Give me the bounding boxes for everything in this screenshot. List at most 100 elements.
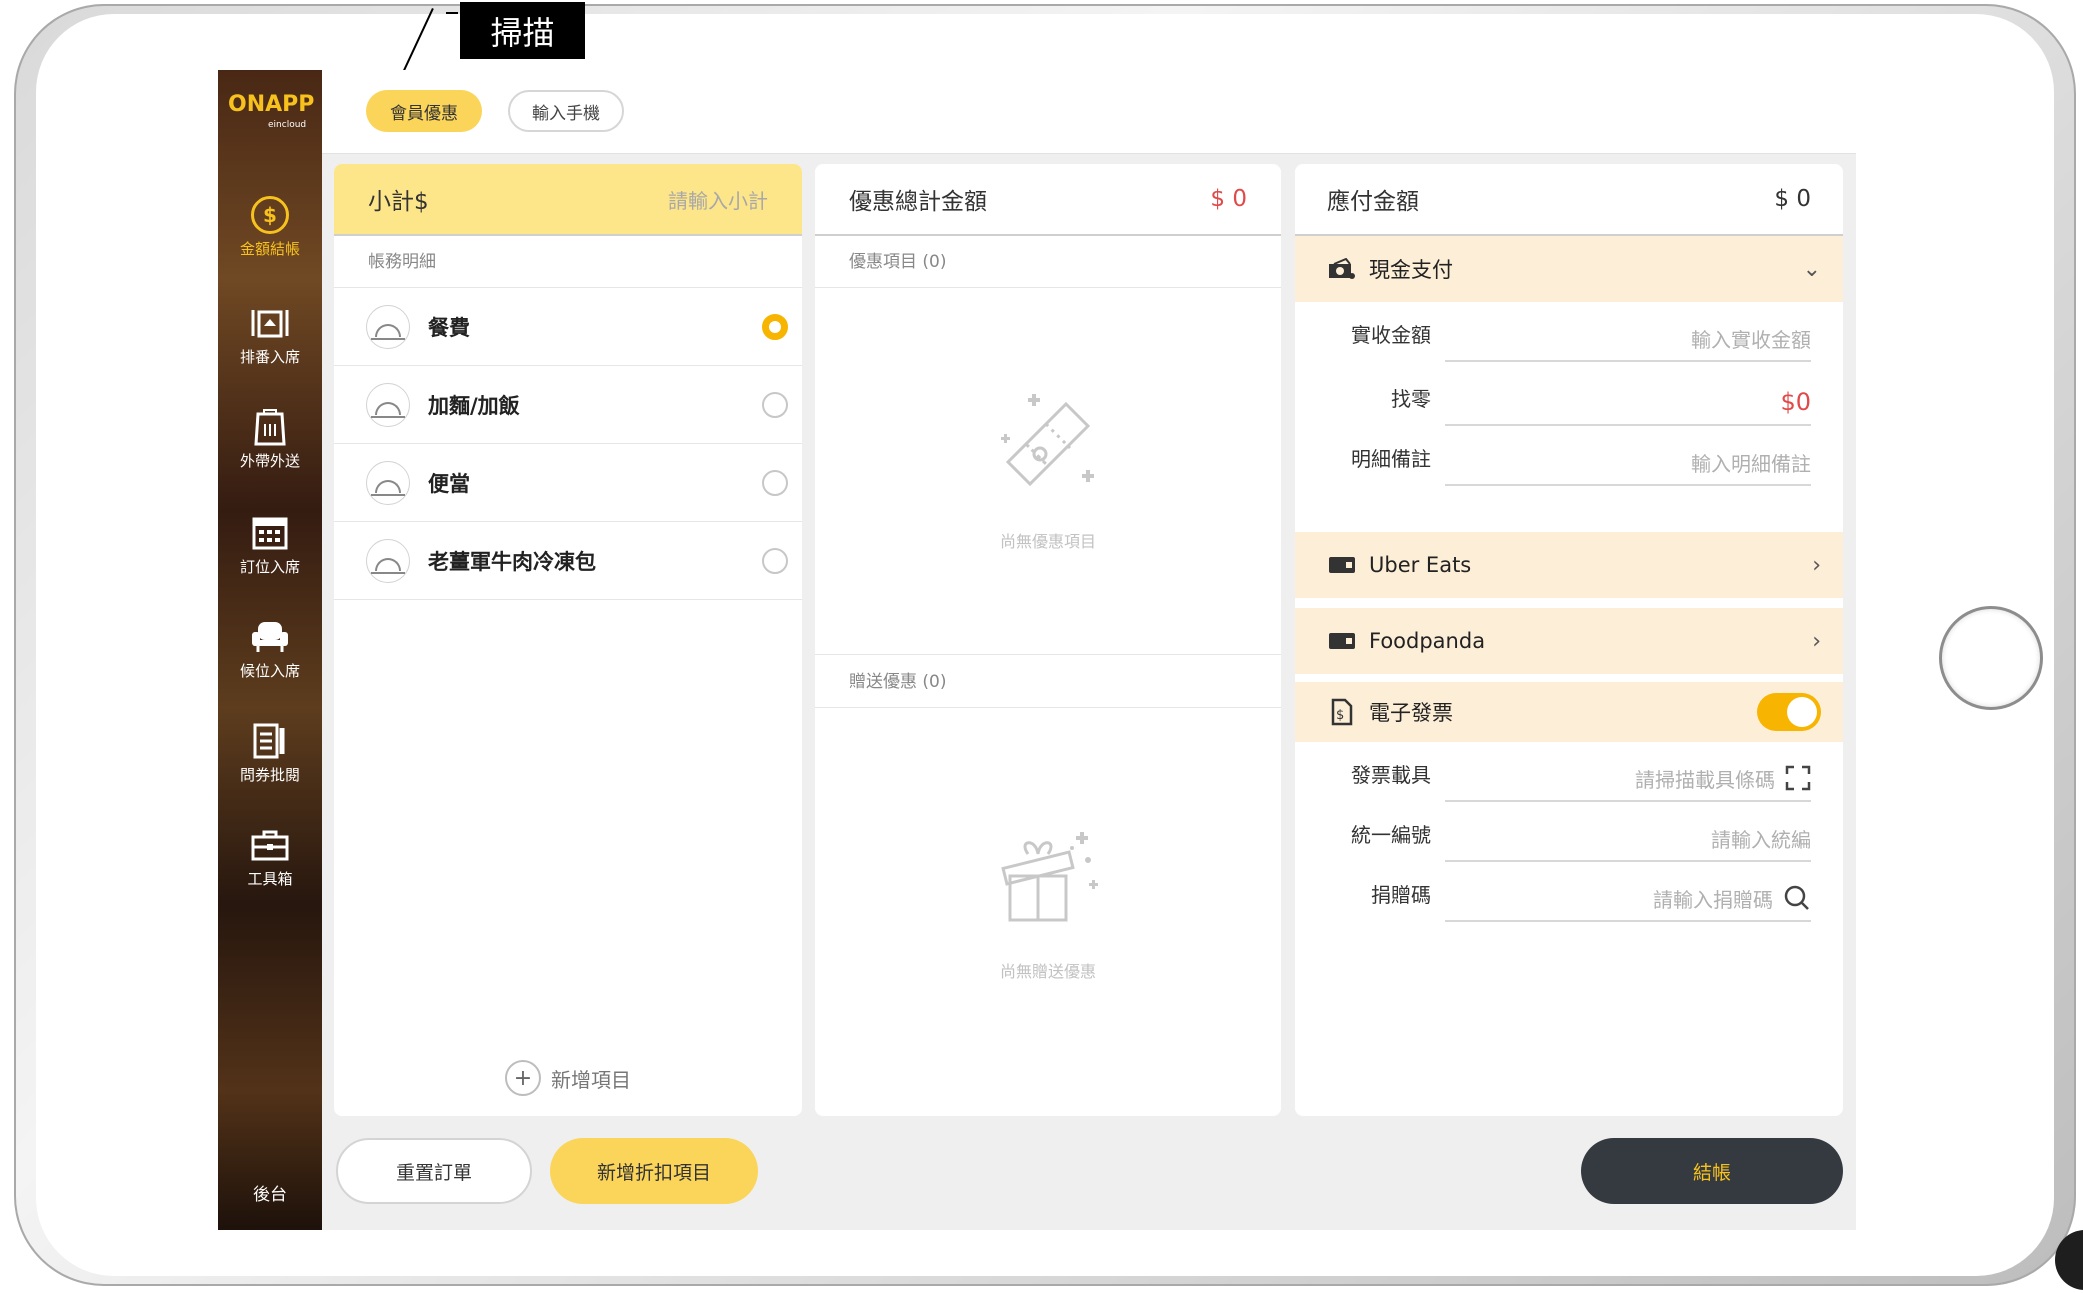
gift-box-icon: [1001, 832, 1098, 922]
tax-id-input[interactable]: 請輸入統編: [1445, 816, 1811, 862]
cash-payment-section[interactable]: 現金支付 ⌄: [1295, 236, 1843, 302]
sidebar-item-reservation[interactable]: 訂位入席: [218, 512, 322, 577]
calendar-icon: [250, 512, 290, 552]
received-amount-input[interactable]: 輸入實收金額: [1445, 316, 1811, 362]
received-amount-label: 實收金額: [1351, 323, 1431, 347]
home-button[interactable]: [1939, 606, 2043, 710]
section-divider: [815, 654, 1281, 655]
einvoice-label: 電子發票: [1369, 701, 1453, 725]
takeout-bag-icon: [250, 406, 290, 446]
payment-panel: 應付金額 $ 0 現金支付 ⌄ 實收金額 輸入實收金額 找零 $0 明細備註 輸…: [1295, 164, 1843, 1116]
sidebar-item-waitlist[interactable]: 候位入席: [218, 616, 322, 681]
tax-id-label: 統一編號: [1351, 823, 1431, 847]
tax-id-row: 統一編號 請輸入統編: [1295, 802, 1843, 862]
change-value: $0: [1445, 380, 1811, 426]
top-bar: 會員優惠 輸入手機: [322, 70, 1856, 154]
callout-tick: [446, 12, 458, 14]
cloche-icon: [366, 538, 410, 583]
list-item[interactable]: 餐費: [334, 288, 802, 366]
sidebar-item-toolbox[interactable]: 工具箱: [218, 824, 322, 889]
gift-empty-text: 尚無贈送優惠: [999, 962, 1096, 981]
chevron-right-icon[interactable]: ›: [1812, 629, 1821, 654]
sidebar-item-label: 問券批閱: [239, 766, 300, 784]
gift-empty-state: 尚無贈送優惠: [815, 814, 1281, 982]
gift-section-heading: 贈送優惠 (0): [815, 656, 1281, 708]
list-item[interactable]: 便當: [334, 444, 802, 522]
note-input[interactable]: 輸入明細備註: [1445, 440, 1811, 486]
payable-amount: $ 0: [1774, 186, 1811, 212]
dollar-circle-icon: $: [251, 196, 289, 234]
scan-callout-label: 掃描: [460, 2, 585, 59]
cash-payment-label: 現金支付: [1369, 258, 1453, 282]
chevron-down-icon[interactable]: ⌄: [1803, 257, 1821, 282]
foodpanda-section[interactable]: Foodpanda ›: [1295, 608, 1843, 674]
sidebar-item-takeout[interactable]: 外帶外送: [218, 406, 322, 471]
received-amount-row: 實收金額 輸入實收金額: [1295, 302, 1843, 362]
item-radio-selected[interactable]: [762, 313, 788, 340]
promo-section-heading: 優惠項目 (0): [815, 236, 1281, 288]
chevron-right-icon[interactable]: ›: [1812, 553, 1821, 578]
invoice-icon: $: [1327, 698, 1357, 726]
chair-icon: [250, 616, 290, 656]
add-item-label: 新增項目: [551, 1067, 631, 1092]
promo-empty-state: 尚無優惠項目: [815, 384, 1281, 552]
subtotal-panel: 小計$ 請輸入小計 帳務明細 餐費 加麵/加飯 便當 老薑軍牛肉冷凍包 + 新增…: [334, 164, 802, 1116]
sidebar-item-label: 工具箱: [247, 870, 293, 888]
sidebar-item-label: 訂位入席: [239, 558, 300, 576]
item-radio[interactable]: [762, 391, 788, 418]
reset-order-button[interactable]: 重置訂單: [336, 1138, 532, 1204]
account-details-heading: 帳務明細: [334, 236, 802, 288]
list-item[interactable]: 加麵/加飯: [334, 366, 802, 444]
sidebar-item-survey[interactable]: 問券批閱: [218, 720, 322, 785]
ticket-icon: [1001, 394, 1094, 487]
add-item-button[interactable]: + 新增項目: [334, 1060, 802, 1096]
search-icon[interactable]: [1783, 884, 1811, 912]
donation-label: 捐贈碼: [1371, 883, 1431, 907]
subtotal-title: 小計$: [368, 189, 429, 215]
cloche-icon: [366, 304, 410, 349]
tab-enter-phone[interactable]: 輸入手機: [508, 90, 624, 132]
payable-title: 應付金額: [1327, 189, 1419, 215]
note-label: 明細備註: [1351, 447, 1431, 471]
sidebar-item-queue-seating[interactable]: 排番入席: [218, 302, 322, 367]
change-row: 找零 $0: [1295, 362, 1843, 426]
item-label: 便當: [428, 471, 470, 496]
einvoice-section: $ 電子發票: [1295, 682, 1843, 742]
change-label: 找零: [1391, 387, 1431, 411]
discount-header: 優惠總計金額 $ 0: [815, 164, 1281, 236]
cash-icon: [1327, 258, 1357, 280]
add-discount-button[interactable]: 新增折扣項目: [550, 1138, 758, 1204]
item-label: 餐費: [428, 315, 470, 340]
cloche-icon: [366, 382, 410, 427]
carrier-placeholder: 請掃描載具條碼: [1635, 767, 1775, 792]
app-screen: ONAPP eincloud $ 金額結帳 排番入席 外帶外送 訂位入席 候位入…: [218, 70, 1856, 1230]
survey-icon: [250, 720, 290, 760]
item-label: 加麵/加飯: [428, 393, 520, 418]
logo-text: ONAPP: [228, 92, 315, 117]
subtotal-input[interactable]: 請輸入小計: [668, 185, 768, 214]
uber-eats-section[interactable]: Uber Eats ›: [1295, 532, 1843, 598]
sidebar-backstage-link[interactable]: 後台: [218, 1180, 322, 1205]
item-radio[interactable]: [762, 469, 788, 496]
item-radio[interactable]: [762, 547, 788, 574]
sidebar-item-label: 外帶外送: [239, 452, 300, 470]
checkout-button[interactable]: 結帳: [1581, 1138, 1843, 1204]
subtotal-header[interactable]: 小計$ 請輸入小計: [334, 164, 802, 236]
carrier-label: 發票載具: [1351, 763, 1431, 787]
donation-row: 捐贈碼 請輸入捐贈碼: [1295, 862, 1843, 922]
discount-panel: 優惠總計金額 $ 0 優惠項目 (0) 尚無優惠項目 贈送優惠 (0) 尚無贈送…: [815, 164, 1281, 1116]
sidebar-item-label: 排番入席: [239, 348, 300, 366]
cloche-icon: [366, 460, 410, 505]
plus-icon: +: [505, 1060, 541, 1096]
einvoice-toggle[interactable]: [1757, 693, 1821, 731]
note-row: 明細備註 輸入明細備註: [1295, 426, 1843, 486]
list-item[interactable]: 老薑軍牛肉冷凍包: [334, 522, 802, 600]
foodpanda-label: Foodpanda: [1369, 629, 1486, 653]
tab-member-discount[interactable]: 會員優惠: [366, 90, 482, 132]
donation-input[interactable]: 請輸入捐贈碼: [1445, 876, 1811, 922]
discount-title: 優惠總計金額: [849, 189, 987, 215]
sidebar-item-checkout[interactable]: $ 金額結帳: [218, 196, 322, 259]
wallet-icon: [1327, 554, 1357, 576]
carrier-input[interactable]: 請掃描載具條碼: [1445, 756, 1811, 802]
scan-icon[interactable]: [1785, 765, 1811, 791]
